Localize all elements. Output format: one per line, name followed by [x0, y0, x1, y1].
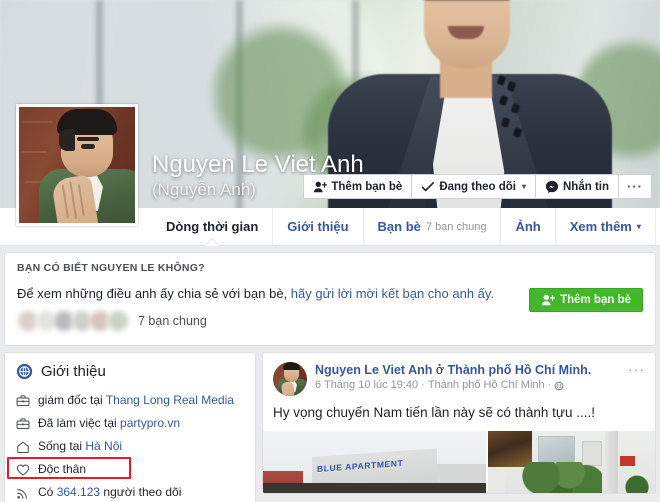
intro-item-relationship-status[interactable]: Độc thân — [5, 458, 255, 481]
avatar-eye — [81, 144, 95, 149]
person-add-icon — [541, 293, 555, 307]
chevron-down-icon: ▾ — [637, 222, 641, 231]
tab-friends-label: Bạn bè — [378, 219, 421, 234]
mutual-avatar — [107, 310, 129, 332]
intro-header: Giới thiệu — [5, 363, 255, 389]
avatar-sofa-detail — [23, 121, 53, 123]
post-header: Nguyen Le Viet Anh ở Thành phố Hồ Chí Mi… — [263, 353, 655, 396]
message-label: Nhắn tin — [563, 181, 609, 193]
intro-item-work-past[interactable]: Đã làm việc tại partypro.vn — [5, 412, 255, 435]
intro-prefix: Đã làm việc tại — [38, 416, 120, 430]
tab-about[interactable]: Giới thiệu — [273, 208, 363, 245]
profile-columns: Giới thiệu giám đốc tại Thang Long Real … — [4, 352, 656, 502]
avatar[interactable] — [16, 104, 138, 226]
intro-item-lives-in-text: Sống tại Hà Nội — [38, 438, 122, 455]
intro-list: giám đốc tại Thang Long Real Media Đã là… — [5, 389, 255, 502]
intro-prefix: Có — [38, 485, 57, 499]
followers-text: Có 364.123 người theo dõi — [38, 484, 181, 501]
post-connector: ở — [432, 363, 447, 377]
mutual-friends-avatars[interactable] — [17, 310, 129, 332]
photo2-shrub — [515, 462, 602, 493]
intro-suffix: người theo dõi — [100, 485, 181, 499]
post-menu-button[interactable]: ··· — [628, 361, 645, 377]
post-separator: · — [548, 378, 552, 393]
employer-link[interactable]: Thang Long Real Media — [106, 393, 234, 407]
post-author-avatar[interactable] — [273, 362, 307, 396]
person-add-icon — [313, 180, 327, 194]
add-friend-green-button[interactable]: Thêm bạn bè — [529, 288, 643, 312]
past-employer-link[interactable]: partypro.vn — [120, 416, 180, 430]
globe-icon[interactable] — [554, 381, 564, 391]
message-button[interactable]: Nhắn tin — [535, 174, 618, 199]
messenger-icon — [545, 180, 559, 194]
heart-icon — [16, 463, 30, 477]
cover-action-buttons: Thêm bạn bè Đang theo dõi ▾ Nhắn tin ··· — [303, 174, 652, 199]
relationship-status-text: Độc thân — [38, 461, 86, 478]
cover-man-collar-detail — [496, 74, 530, 148]
post-timestamp[interactable]: 6 Tháng 10 lúc 19:40 — [315, 378, 418, 393]
post-author-line: Nguyen Le Viet Anh ở Thành phố Hồ Chí Mi… — [315, 362, 645, 378]
do-you-know-card: BẠN CÓ BIẾT NGUYEN LE KHÔNG? Để xem nhữn… — [4, 252, 656, 346]
rss-icon — [16, 486, 30, 500]
post-place[interactable]: Thành phố Hồ Chí Minh — [428, 378, 545, 393]
add-friend-button[interactable]: Thêm bạn bè — [303, 174, 411, 199]
send-friend-request-link[interactable]: hãy gửi lời mời kết bạn cho anh ấy. — [291, 286, 494, 301]
post-photo-1[interactable]: BLUE APARTMENT — [263, 431, 486, 493]
chevron-down-icon: ▾ — [522, 182, 526, 191]
tab-more[interactable]: Xem thêm ▾ — [556, 208, 656, 245]
briefcase-icon — [16, 417, 30, 431]
intro-item-work-current-text: giám đốc tại Thang Long Real Media — [38, 392, 234, 409]
follower-count-link[interactable]: 364.123 — [57, 485, 100, 499]
post-author-link[interactable]: Nguyen Le Viet Anh — [315, 363, 432, 377]
intro-item-work-current[interactable]: giám đốc tại Thang Long Real Media — [5, 389, 255, 412]
photo2-column — [605, 431, 618, 493]
avatar-hair-fade — [59, 129, 75, 151]
post-meta: Nguyen Le Viet Anh ở Thành phố Hồ Chí Mi… — [315, 362, 645, 396]
city-link[interactable]: Hà Nội — [85, 439, 122, 453]
intro-item-work-past-text: Đã làm việc tại partypro.vn — [38, 415, 180, 432]
globe-icon — [16, 363, 33, 380]
feed-column: Nguyen Le Viet Anh ở Thành phố Hồ Chí Mi… — [262, 352, 656, 502]
intro-card: Giới thiệu giám đốc tại Thang Long Real … — [4, 352, 256, 502]
tab-timeline[interactable]: Dòng thời gian — [152, 208, 273, 245]
avatar-brow — [77, 137, 99, 141]
post-timestamp-row: 6 Tháng 10 lúc 19:40 · Thành phố Hồ Chí … — [315, 378, 645, 393]
following-button[interactable]: Đang theo dõi ▾ — [411, 174, 535, 199]
intro-item-followers[interactable]: Có 364.123 người theo dõi — [5, 481, 255, 502]
post-location-link[interactable]: Thành phố Hồ Chí Minh. — [448, 363, 592, 377]
tab-timeline-label: Dòng thời gian — [166, 219, 258, 234]
do-you-know-text: Để xem những điều anh ấy chia sẻ với bạn… — [17, 286, 291, 301]
photo2-palm — [622, 464, 652, 493]
briefcase-icon — [16, 394, 30, 408]
do-you-know-title: BẠN CÓ BIẾT NGUYEN LE KHÔNG? — [5, 253, 655, 274]
avatar-image — [19, 107, 135, 223]
intro-prefix: Sống tại — [38, 439, 85, 453]
home-icon — [16, 440, 30, 454]
tab-about-label: Giới thiệu — [287, 219, 348, 234]
post-separator: · — [421, 378, 425, 393]
post-card: Nguyen Le Viet Anh ở Thành phố Hồ Chí Mi… — [262, 352, 656, 494]
tab-photos[interactable]: Ảnh — [501, 208, 555, 245]
tab-friends-mutual: 7 bạn chung — [426, 221, 487, 233]
add-friend-label: Thêm bạn bè — [331, 181, 402, 193]
post-photo-2[interactable] — [488, 431, 655, 493]
check-icon — [421, 180, 435, 194]
facebook-profile-page: Nguyen Le Viet Anh (Nguyễn Anh) Thêm bạn… — [0, 0, 660, 502]
post-text: Hy vọng chuyến Nam tiến lần này sẽ có th… — [263, 396, 655, 431]
intro-item-lives-in[interactable]: Sống tại Hà Nội — [5, 435, 255, 458]
tab-more-label: Xem thêm — [570, 219, 632, 234]
mutual-friends-count: 7 bạn chung — [138, 314, 207, 328]
intro-prefix: giám đốc tại — [38, 393, 106, 407]
post-photo-grid: BLUE APARTMENT — [263, 431, 655, 493]
photo1-foreground — [263, 483, 486, 493]
following-label: Đang theo dõi — [439, 181, 516, 193]
add-friend-green-label: Thêm bạn bè — [560, 294, 631, 306]
tab-friends[interactable]: Bạn bè 7 bạn chung — [364, 208, 502, 245]
intro-heading: Giới thiệu — [41, 363, 106, 380]
tab-photos-label: Ảnh — [515, 219, 540, 234]
avatar-sofa-detail — [21, 151, 47, 153]
more-options-button[interactable]: ··· — [618, 174, 652, 199]
